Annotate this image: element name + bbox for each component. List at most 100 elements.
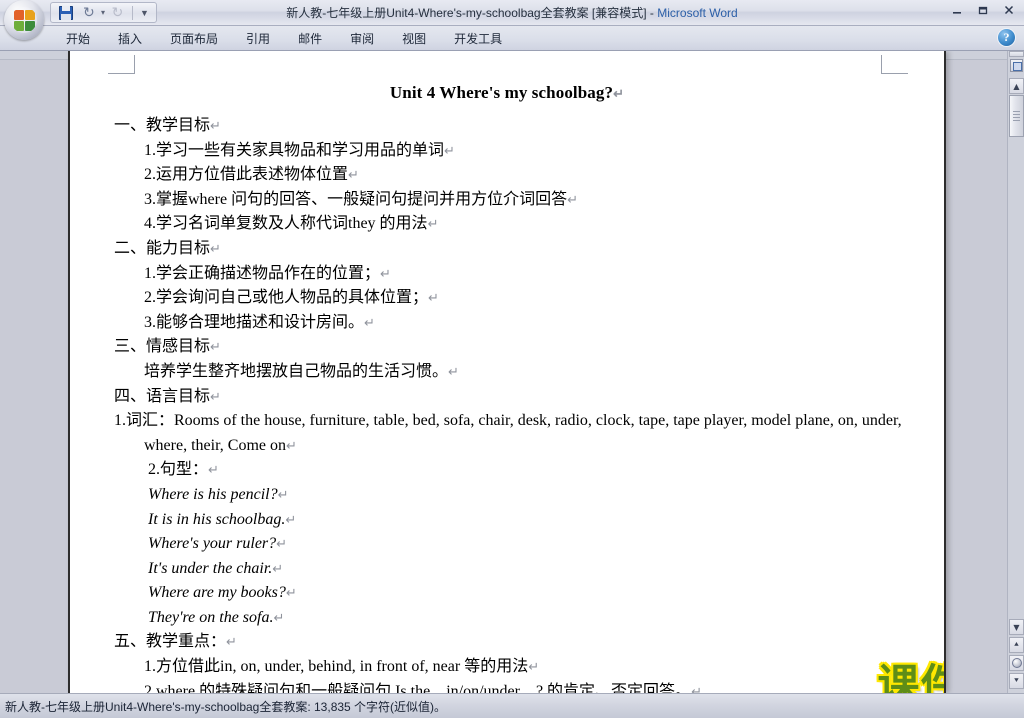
document-line: 1.学会正确描述物品作在的位置；↵ [100,262,914,287]
select-browse-object-button[interactable] [1009,655,1024,671]
redo-button[interactable]: ↻ [107,3,128,22]
help-icon[interactable]: ? [998,29,1015,46]
document-heading: Unit 4 Where's my schoolbag?↵ [100,83,914,103]
previous-page-button[interactable]: ⯅ [1009,637,1024,653]
document-line-text: Where are my books? [148,584,286,602]
pilcrow-mark: ↵ [273,609,285,625]
document-line: 二、能力目标↵ [100,237,914,262]
document-line-text: 2.where 的特殊疑问句和一般疑问句 Is the…in/on/under…… [144,682,692,693]
word-application-window: ↺ ▾ ↻ ▼ 新人教-七年级上册Unit4-Where's-my-school… [0,0,1024,718]
document-line: It is in his schoolbag.↵ [100,508,914,533]
document-paragraph-list: 一、教学目标↵ 1.学习一些有关家具物品和学习用品的单词↵ 2.运用方位借此表述物体… [100,114,914,693]
pilcrow-mark: ↵ [210,118,221,133]
title-bar: ↺ ▾ ↻ ▼ 新人教-七年级上册Unit4-Where's-my-school… [0,0,1024,40]
document-line: 三、情感目标↵ [100,335,914,360]
document-line-text: 二、能力目标 [114,239,211,257]
document-text-body[interactable]: Unit 4 Where's my schoolbag?↵ 一、教学目标↵ 1.学… [70,51,944,693]
document-line: 四、语言目标↵ [100,385,914,410]
pilcrow-mark: ↵ [277,486,289,502]
document-workspace: Unit 4 Where's my schoolbag?↵ 一、教学目标↵ 1.学… [0,51,1024,693]
pilcrow-mark: ↵ [348,167,359,183]
document-line: 2.学会询问自己或他人物品的具体位置；↵ [100,286,914,311]
document-line-text: 五、教学重点： [114,633,227,651]
document-line-text: 1.学习一些有关家具物品和学习用品的单词 [144,141,445,159]
pilcrow-mark: ↵ [448,363,459,379]
tab-insert[interactable]: 插入 [104,28,156,49]
pilcrow-mark: ↵ [272,560,284,576]
pilcrow-mark: ↵ [427,216,439,232]
tab-page-layout[interactable]: 页面布局 [156,28,232,49]
tab-developer[interactable]: 开发工具 [440,28,516,49]
tab-mailings[interactable]: 邮件 [284,28,336,49]
document-line-text: 4.学习名词单复数及人称代词they 的用法 [144,215,428,233]
document-line: Where is his pencil?↵ [100,483,914,508]
scroll-up-button[interactable]: ▲ [1009,78,1024,94]
document-line: It's under the chair.↵ [100,557,914,582]
document-page[interactable]: Unit 4 Where's my schoolbag?↵ 一、教学目标↵ 1.学… [68,51,946,693]
scrollbar-grip-icon [1013,111,1020,121]
vertical-scrollbar[interactable]: ▲ ▼ ⯅ ⯆ [1007,51,1024,693]
document-line-text: 培养学生整齐地摆放自己物品的生活习惯。 [144,362,449,380]
minimize-button[interactable] [948,2,966,18]
document-line-text: It's under the chair. [148,559,273,577]
save-icon [58,5,73,20]
pilcrow-mark: ↵ [691,683,702,693]
document-line: 培养学生整齐地摆放自己物品的生活习惯。↵ [100,360,914,385]
document-line-text: 3.能够合理地描述和设计房间。 [144,313,365,331]
window-title-document: 新人教-七年级上册Unit4-Where's-my-schoolbag全套教案 … [286,6,647,20]
document-line: 2.运用方位借此表述物体位置↵ [100,163,914,188]
pilcrow-mark: ↵ [210,388,221,404]
document-line: 3.能够合理地描述和设计房间。↵ [100,311,914,336]
office-logo-icon [11,7,37,33]
next-page-button[interactable]: ⯆ [1009,673,1024,689]
status-bar: 新人教-七年级上册Unit4-Where's-my-schoolbag全套教案:… [0,693,1024,718]
document-line-text: It is in his schoolbag. [148,510,286,528]
pilcrow-mark: ↵ [567,191,578,207]
pilcrow-mark: ↵ [208,462,219,478]
document-line: 一、教学目标↵ [100,114,914,139]
pilcrow-mark: ↵ [380,265,391,281]
pilcrow-mark: ↵ [285,437,297,453]
document-line-text: 四、语言目标 [114,387,211,405]
document-line: 4.学习名词单复数及人称代词they 的用法↵ [100,212,914,237]
document-line-text: 2.句型： [148,461,209,479]
document-line: 1.学习一些有关家具物品和学习用品的单词↵ [100,139,914,164]
scroll-down-button[interactable]: ▼ [1009,619,1024,635]
document-line: 五、教学重点：↵ [100,630,914,655]
view-ruler-icon[interactable] [1010,59,1023,72]
undo-button[interactable]: ↺ [78,3,99,22]
document-line-text: They're on the sofa. [148,608,274,626]
office-button[interactable] [4,0,44,40]
office-logo-quadrant-orange [14,10,24,20]
save-button[interactable] [55,3,76,22]
split-window-handle[interactable] [1009,51,1024,57]
close-button[interactable] [1000,2,1018,18]
tab-review[interactable]: 审阅 [336,28,388,49]
pilcrow-mark: ↵ [428,290,439,306]
document-line-text: 1.学会正确描述物品作在的位置； [144,264,381,282]
document-line-text: 1.词汇：Rooms of the house, furniture, tabl… [114,412,902,454]
tab-references[interactable]: 引用 [232,28,284,49]
document-line: Where are my books?↵ [100,581,914,606]
office-logo-quadrant-green [25,21,35,31]
ribbon-tab-bar: 开始 插入 页面布局 引用 邮件 审阅 视图 开发工具 ? [0,26,1024,51]
customize-quick-access-toolbar-button[interactable]: ▼ [137,8,152,18]
document-line: 1.方位借此in, on, under, behind, in front of… [100,655,914,680]
document-line: 1.词汇：Rooms of the house, furniture, tabl… [100,409,914,458]
document-line-text: 三、情感目标 [114,338,211,356]
quick-access-toolbar: ↺ ▾ ↻ ▼ [50,2,157,23]
office-logo-quadrant-yellow [25,10,35,20]
pilcrow-mark: ↵ [528,659,540,675]
pilcrow-mark: ↵ [210,240,221,256]
document-line-text: 2.学会询问自己或他人物品的具体位置； [144,289,429,307]
scrollbar-thumb[interactable] [1009,95,1024,137]
tab-view[interactable]: 视图 [388,28,440,49]
restore-button[interactable] [974,2,992,18]
undo-dropdown-button[interactable]: ▾ [101,8,105,17]
document-line-text: Where is his pencil? [148,485,278,503]
pilcrow-mark: ↵ [444,142,455,158]
tab-home[interactable]: 开始 [52,28,104,49]
document-line: 2.where 的特殊疑问句和一般疑问句 Is the…in/on/under…… [100,680,914,693]
office-logo-quadrant-lightgreen [14,21,24,31]
qat-separator [132,5,134,20]
